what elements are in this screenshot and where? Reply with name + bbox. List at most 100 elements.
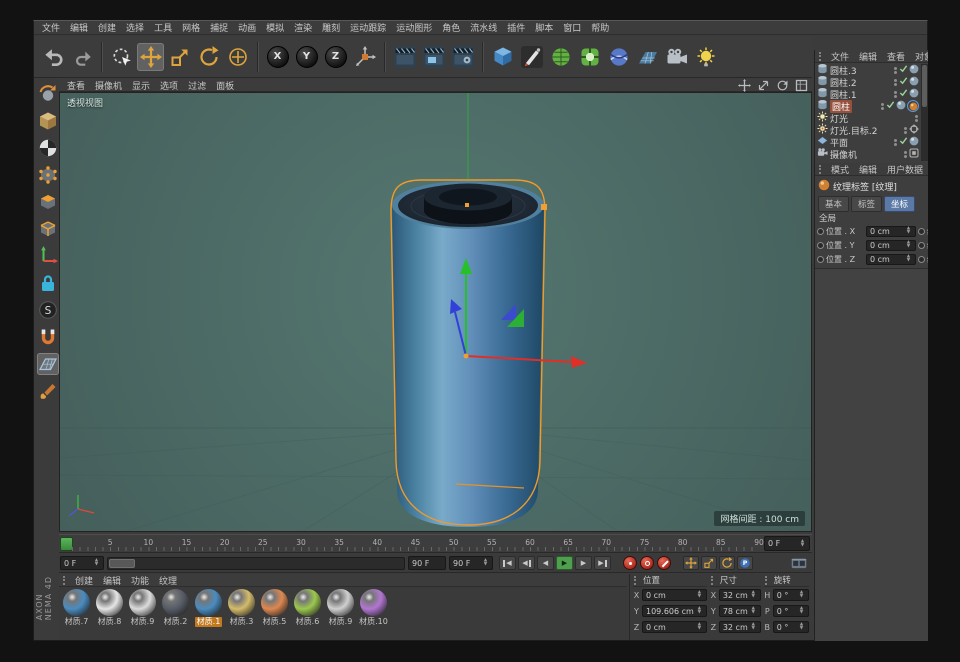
timeline-ruler[interactable]: 51015202530354045505560657075808590 <box>59 534 812 553</box>
axis-mode-button[interactable] <box>37 245 59 267</box>
stepper-icon[interactable] <box>799 540 806 548</box>
menubar-item[interactable]: 文件 <box>37 21 65 34</box>
attribute-value-field[interactable]: 0 cm <box>866 240 916 251</box>
viewport-menu-item[interactable]: 显示 <box>127 79 155 92</box>
menubar-item[interactable]: 雕刻 <box>317 21 345 34</box>
attribute-menu-item[interactable]: 用户数据 <box>882 163 928 176</box>
menubar-item[interactable]: 运动跟踪 <box>345 21 391 34</box>
pan-view-button[interactable] <box>737 79 752 91</box>
menubar-item[interactable]: 脚本 <box>530 21 558 34</box>
viewport-menu-item[interactable]: 查看 <box>62 79 90 92</box>
material-sphere[interactable] <box>261 589 288 616</box>
menubar-item[interactable]: 运动图形 <box>391 21 437 34</box>
rotate-view-button[interactable] <box>775 79 790 91</box>
material-item[interactable]: 材质.6 <box>292 589 323 640</box>
edge-mode-button[interactable] <box>37 218 59 240</box>
animate-toggle-icon[interactable] <box>918 242 925 249</box>
stepper-icon[interactable] <box>798 623 805 631</box>
add-deformer-button[interactable] <box>605 43 632 71</box>
material-sphere[interactable] <box>63 589 90 616</box>
enabled-check-icon[interactable] <box>899 136 908 148</box>
previous-frame-button[interactable]: ◀ <box>537 556 554 570</box>
panel-grip[interactable] <box>63 576 67 585</box>
coordinate-field[interactable]: 109.606 cm <box>642 605 707 617</box>
viewport-menu-item[interactable]: 选项 <box>155 79 183 92</box>
material-menu-item[interactable]: 功能 <box>126 574 154 587</box>
object-row[interactable]: 平面 <box>815 136 921 148</box>
material-sphere[interactable] <box>360 589 387 616</box>
menubar-item[interactable]: 编辑 <box>65 21 93 34</box>
object-row[interactable]: 摄像机 <box>815 148 921 160</box>
material-item[interactable]: 材质.9 <box>325 589 356 640</box>
object-manager-menu-item[interactable]: 对象 <box>910 50 928 63</box>
undo-button[interactable] <box>39 43 66 71</box>
point-mode-button[interactable] <box>37 164 59 186</box>
animate-toggle-icon[interactable] <box>817 256 824 263</box>
scrollbar-thumb[interactable] <box>922 65 927 107</box>
object-row[interactable]: 圆柱.1 <box>815 88 921 100</box>
material-sphere[interactable] <box>162 589 189 616</box>
selection-handle-top[interactable] <box>465 203 469 207</box>
material-item[interactable]: 材质.8 <box>94 589 125 640</box>
menubar-item[interactable]: 选择 <box>121 21 149 34</box>
visibility-dots-icon[interactable] <box>894 139 897 146</box>
live-selection-tool[interactable] <box>108 43 135 71</box>
enabled-check-icon[interactable] <box>899 88 908 100</box>
attribute-tab-基本[interactable]: 基本 <box>818 196 849 212</box>
add-primitive-button[interactable] <box>489 43 516 71</box>
menubar-item[interactable]: 渲染 <box>289 21 317 34</box>
add-spline-button[interactable] <box>518 43 545 71</box>
add-camera-button[interactable] <box>663 43 690 71</box>
coordinate-field[interactable]: 0 ° <box>773 605 809 617</box>
render-settings-button[interactable] <box>449 43 476 71</box>
visibility-dots-icon[interactable] <box>904 151 907 158</box>
object-manager-menu-item[interactable]: 文件 <box>826 50 854 63</box>
material-item[interactable]: 材质.2 <box>160 589 191 640</box>
key-position-toggle[interactable] <box>683 556 699 570</box>
panel-grip[interactable] <box>819 165 823 174</box>
add-subdivision-surface-button[interactable] <box>547 43 574 71</box>
stepper-icon[interactable] <box>905 227 912 235</box>
snap-magnet-button[interactable] <box>37 326 59 348</box>
attribute-value-field[interactable]: 0 cm <box>866 226 916 237</box>
material-sphere[interactable] <box>96 589 123 616</box>
stepper-icon[interactable] <box>750 607 757 615</box>
coordinate-field[interactable]: 0 ° <box>773 621 809 633</box>
coordinate-system-button[interactable] <box>351 43 378 71</box>
goto-end-button[interactable]: ▶ <box>594 556 611 570</box>
viewport-menu-item[interactable]: 摄像机 <box>90 79 127 92</box>
record-keyframe-button[interactable] <box>623 556 637 570</box>
coordinate-field[interactable]: 0 cm <box>642 589 707 601</box>
attribute-value-field[interactable]: 0 cm <box>866 254 916 265</box>
paint-tool-button[interactable] <box>37 380 59 402</box>
panel-grip[interactable] <box>634 576 638 585</box>
menubar-item[interactable]: 角色 <box>437 21 465 34</box>
material-sphere[interactable] <box>228 589 255 616</box>
viewport-canvas[interactable]: 透视视图 网格间距 : 100 cm <box>59 92 812 532</box>
animate-toggle-icon[interactable] <box>817 242 824 249</box>
workplane-mode-button[interactable] <box>37 353 59 375</box>
timeline-frame-field[interactable]: 0 F <box>764 536 810 551</box>
enable-snap-button[interactable]: S <box>37 299 59 321</box>
object-list-scrollbar[interactable] <box>921 64 928 161</box>
model-mode-button[interactable] <box>37 110 59 132</box>
goto-start-button[interactable]: ◀ <box>499 556 516 570</box>
material-item[interactable]: 材质.3 <box>226 589 257 640</box>
record-options-button[interactable] <box>657 556 671 570</box>
cylinder-object[interactable] <box>392 181 544 527</box>
animate-toggle-icon[interactable] <box>918 228 925 235</box>
stepper-icon[interactable] <box>93 559 100 567</box>
enabled-check-icon[interactable] <box>899 76 908 88</box>
attribute-tab-标签[interactable]: 标签 <box>851 196 882 212</box>
scale-tool[interactable] <box>166 43 193 71</box>
viewport-menu-item[interactable]: 面板 <box>211 79 239 92</box>
stepper-icon[interactable] <box>905 255 912 263</box>
animate-toggle-icon[interactable] <box>817 228 824 235</box>
previous-key-button[interactable]: ◀ <box>518 556 535 570</box>
coordinate-field[interactable]: 78 cm <box>719 605 761 617</box>
toggle-view-button[interactable] <box>794 79 809 91</box>
polygon-mode-button[interactable] <box>37 191 59 213</box>
keyframe-selection-button[interactable] <box>789 556 809 571</box>
material-sphere[interactable] <box>327 589 354 616</box>
stepper-icon[interactable] <box>798 591 805 599</box>
